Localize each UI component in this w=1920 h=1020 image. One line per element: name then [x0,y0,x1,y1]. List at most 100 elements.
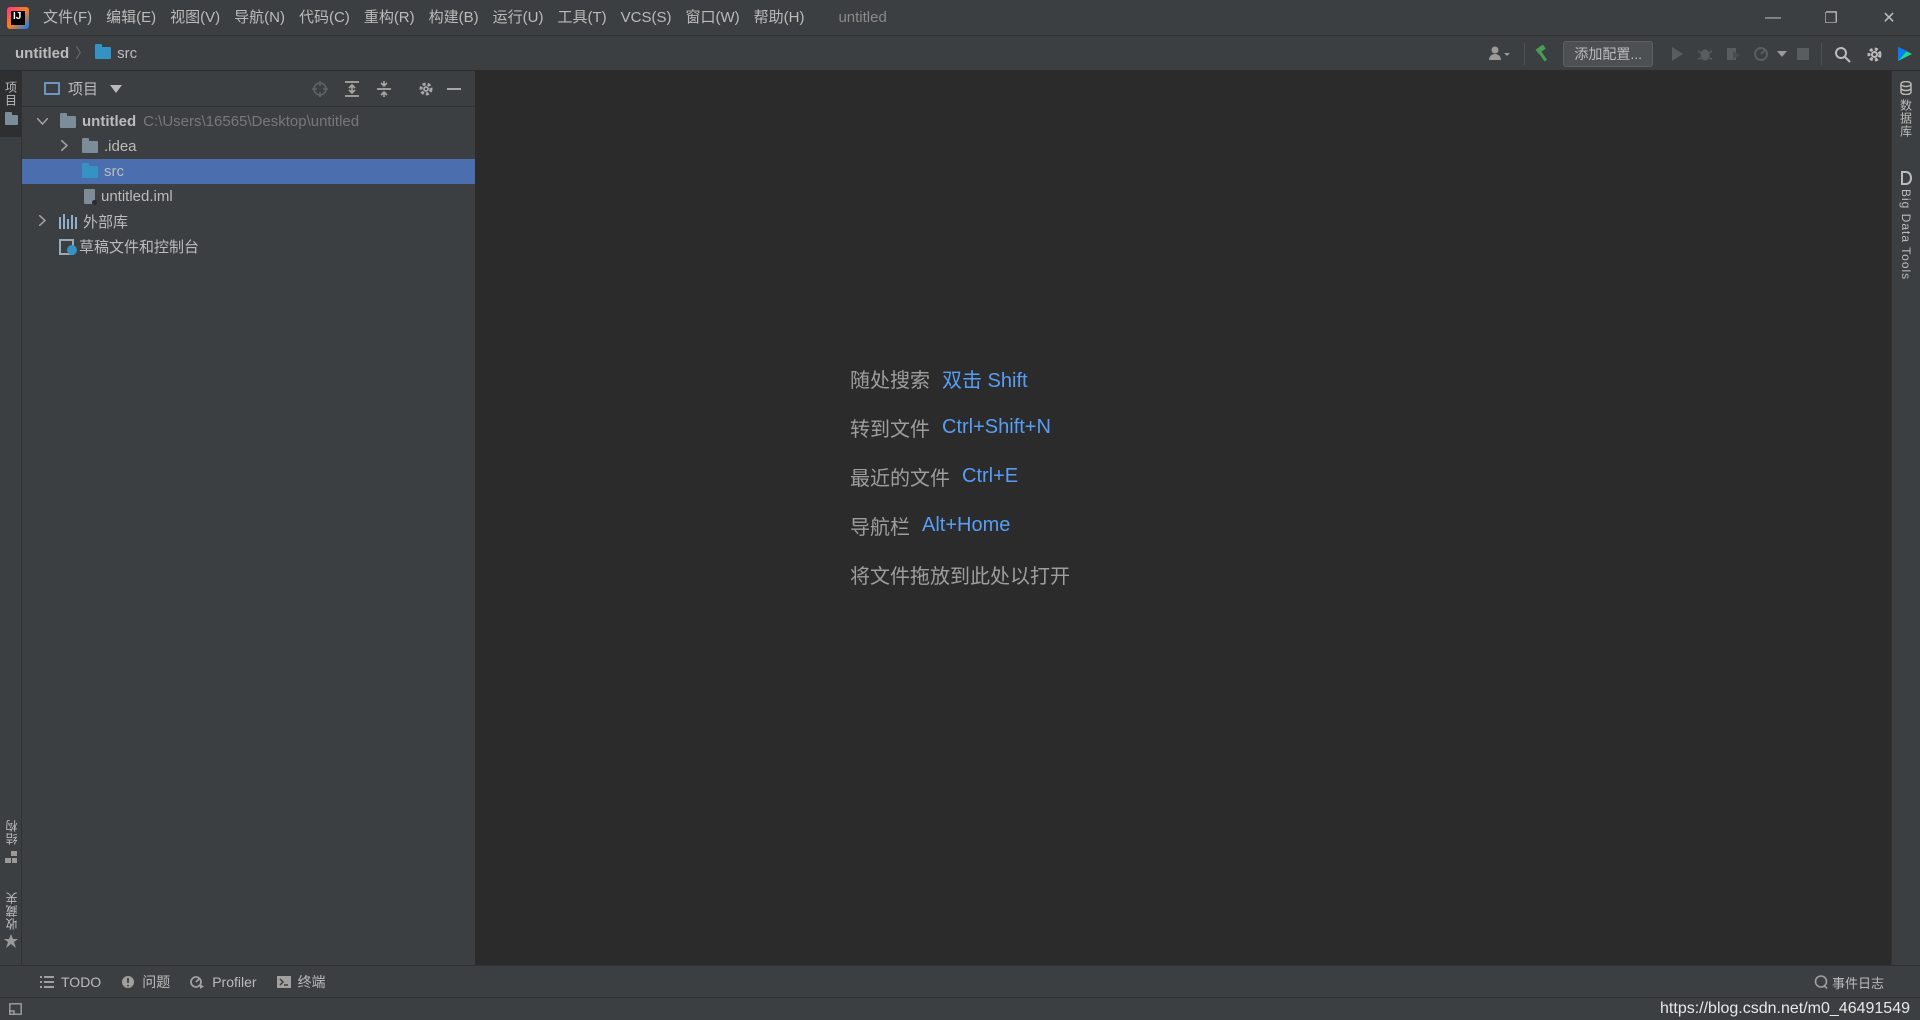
folder-icon [95,44,112,59]
list-icon [40,975,54,988]
tree-root-label: untitled [82,113,137,130]
tree-row-src[interactable]: src [22,159,475,184]
search-icon[interactable] [1826,40,1858,68]
profiler-icon [190,975,205,989]
menu-file[interactable]: 文件(F) [37,0,99,35]
tree-scratches-label: 草稿文件和控制台 [79,239,200,256]
tool-tab-big-data-tools-label: Big Data Tools [1899,189,1913,281]
tree-row-external-libs[interactable]: 外部库 [22,209,475,234]
add-configuration-button[interactable]: 添加配置... [1563,41,1653,67]
breadcrumb-project[interactable]: untitled [15,45,69,62]
run-icon[interactable] [1663,40,1691,68]
tool-tab-database[interactable]: 数据库 [1892,81,1920,151]
stop-icon[interactable] [1789,40,1817,68]
tool-tab-big-data-tools[interactable]: Big Data Tools [1892,171,1920,301]
tool-tab-favorites-label: 收藏夹 [4,891,19,930]
chevron-right-icon[interactable] [35,213,49,229]
terminal-icon [276,975,291,988]
settings-gear-icon[interactable] [414,77,438,101]
right-tool-strip: 数据库 Big Data Tools [1891,71,1920,965]
close-button[interactable]: ✕ [1860,0,1918,35]
menu-build[interactable]: 构建(B) [422,0,486,35]
settings-gear-icon[interactable] [1858,40,1890,68]
tree-external-libs-label: 外部库 [83,214,129,231]
chevron-down-icon[interactable] [35,116,49,128]
tree-row-idea[interactable]: .idea [22,134,475,159]
tool-tab-structure-label: 结构 [4,819,19,845]
collapse-all-icon[interactable] [372,77,396,101]
library-icon [59,214,77,229]
scratch-console-icon [59,238,77,255]
source-folder-icon [82,162,98,178]
debug-icon[interactable] [1691,40,1719,68]
window-title: untitled [838,9,887,26]
editor-area[interactable]: 随处搜索 双击 Shift 转到文件 Ctrl+Shift+N 最近的文件 Ct… [477,71,1891,965]
menu-run[interactable]: 运行(U) [486,0,551,35]
tool-tab-favorites[interactable]: 收藏夹 [0,891,22,957]
user-account-icon[interactable] [1480,40,1520,68]
tool-tab-event-log-label: 事件日志 [1831,975,1884,991]
hint-drop-files: 将文件拖放到此处以打开 [850,566,1070,588]
menu-refactor[interactable]: 重构(R) [357,0,422,35]
expand-all-icon[interactable] [340,77,364,101]
chevron-down-icon[interactable] [110,84,123,93]
project-view-icon [44,82,60,95]
tree-row-scratches[interactable]: 草稿文件和控制台 [22,234,475,259]
project-panel-title[interactable]: 项目 [68,78,98,99]
chevron-right-icon[interactable] [57,138,71,154]
hint-search-everywhere: 随处搜索 双击 Shift [850,370,1028,392]
menu-navigate[interactable]: 导航(N) [227,0,292,35]
structure-icon [5,851,17,863]
tool-tab-todo[interactable]: TODO [40,974,101,990]
tool-tab-problems-label: 问题 [142,973,171,990]
folder-icon [82,137,98,153]
module-folder-icon [60,112,76,128]
menu-view[interactable]: 视图(V) [163,0,227,35]
profile-icon[interactable] [1747,40,1775,68]
breadcrumb-src[interactable]: src [117,45,137,62]
toggle-tool-windows-icon[interactable] [9,1003,22,1015]
tool-tab-structure[interactable]: 结构 [0,819,22,869]
tree-iml-label: untitled.iml [101,188,173,205]
tool-tab-profiler[interactable]: Profiler [190,974,257,990]
tree-row-root[interactable]: untitled C:\Users\16565\Desktop\untitled [22,109,475,134]
star-icon [4,934,18,948]
left-tool-strip: 项目 结构 收藏夹 [0,71,22,965]
tool-tab-terminal[interactable]: 终端 [276,972,326,992]
tool-tab-event-log[interactable]: 事件日志 [1814,966,1884,998]
hint-recent-files: 最近的文件 Ctrl+E [850,465,1019,490]
menu-window[interactable]: 窗口(W) [678,0,746,35]
project-tree: untitled C:\Users\16565\Desktop\untitled… [22,107,475,259]
menu-tools[interactable]: 工具(T) [550,0,613,35]
tree-row-iml[interactable]: untitled.iml [22,184,475,209]
menu-edit[interactable]: 编辑(E) [99,0,163,35]
toolbar-separator [1524,43,1526,65]
run-with-coverage-icon[interactable] [1719,40,1747,68]
menu-code[interactable]: 代码(C) [292,0,357,35]
locate-target-icon[interactable] [308,77,332,101]
ide-window: IJ 文件(F) 编辑(E) 视图(V) 导航(N) 代码(C) 重构(R) 构… [0,0,1920,1020]
event-log-icon [1814,975,1828,989]
hide-panel-icon[interactable] [442,77,466,101]
watermark-url: https://blog.csdn.net/m0_46491549 [1660,1000,1910,1017]
problems-icon [122,975,135,988]
tool-tab-project[interactable]: 项目 [0,71,22,137]
project-tool-window: 项目 untitled C:\Users\16565\Desktop\untit… [22,71,476,965]
chevron-down-icon[interactable] [1775,40,1789,68]
bottom-tool-bar: TODO 问题 Profiler 终端 事件日志 [0,965,1920,997]
title-bar: IJ 文件(F) 编辑(E) 视图(V) 导航(N) 代码(C) 重构(R) 构… [0,0,1920,35]
tree-root-path: C:\Users\16565\Desktop\untitled [143,113,360,130]
tool-tab-todo-label: TODO [61,973,102,990]
minimize-button[interactable]: — [1744,0,1802,35]
menu-help[interactable]: 帮助(H) [747,0,812,35]
navigation-bar: untitled 〉 src 添加配置... [0,35,1920,71]
jetbrains-toolbox-icon[interactable] [1890,40,1920,68]
build-hammer-icon[interactable] [1529,40,1557,68]
tool-tab-problems[interactable]: 问题 [121,972,170,992]
menu-vcs[interactable]: VCS(S) [614,0,679,35]
project-panel-header: 项目 [22,71,475,107]
main-toolbar: 添加配置... [1480,36,1920,72]
breadcrumb-separator: 〉 [75,45,90,61]
tool-tab-database-label: 数据库 [1898,99,1913,138]
restore-button[interactable]: ❐ [1802,0,1860,35]
